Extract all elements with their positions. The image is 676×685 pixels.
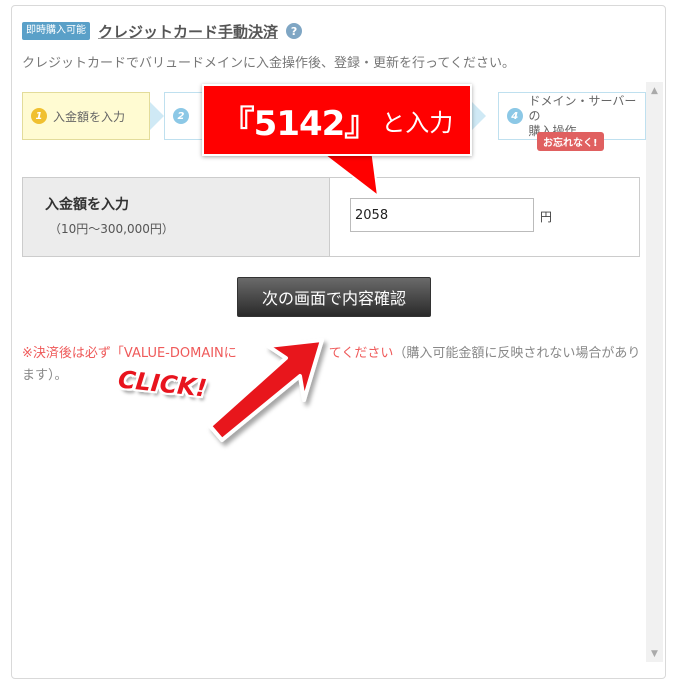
step-1-number: 1 <box>31 108 47 124</box>
amount-value-cell: 円 <box>330 178 639 256</box>
section-title-link[interactable]: クレジットカード手動決済 <box>98 21 278 42</box>
scroll-up-icon[interactable]: ▲ <box>646 82 663 99</box>
amount-label: 入金額を入力 <box>45 197 129 213</box>
note-warning: ※決済後は必ず「VALUE-DOMAINに <box>22 346 237 361</box>
step-arrow-icon <box>150 102 164 130</box>
amount-label-cell: 入金額を入力 （10円～300,000円） <box>23 178 330 256</box>
yen-unit: 円 <box>540 210 553 224</box>
note-warning-tail: てください <box>328 346 394 361</box>
step-4-label-line1: ドメイン・サーバーの <box>528 93 637 123</box>
step-4-number: 4 <box>507 108 523 124</box>
scroll-down-icon[interactable]: ▼ <box>646 645 663 662</box>
instant-purchase-badge: 即時購入可能 <box>22 22 90 40</box>
step-2: 2 <box>164 92 206 140</box>
confirm-button[interactable]: 次の画面で内容確認 <box>237 277 431 317</box>
step-1-label: 入金額を入力 <box>53 109 126 124</box>
step-arrow-icon <box>472 102 486 130</box>
amount-range: （10円～300,000円） <box>49 222 174 236</box>
description-text: クレジットカードでバリュードメインに入金操作後、登録・更新を行ってください。 <box>22 56 515 71</box>
section-header: 即時購入可能 クレジットカード手動決済 ? <box>22 19 303 43</box>
payment-note: ※決済後は必ず「VALUE-DOMAINに てください（購入可能金額に反映されない… <box>22 343 650 387</box>
amount-input[interactable] <box>350 198 534 232</box>
callout-highlight: 『5142』 <box>220 103 379 144</box>
instruction-callout: 『5142』 と入力 <box>202 84 472 156</box>
step-2-number: 2 <box>173 108 189 124</box>
callout-suffix: と入力 <box>381 108 454 137</box>
help-icon[interactable]: ? <box>286 23 303 39</box>
dont-forget-badge: お忘れなく! <box>537 132 604 151</box>
step-1: 1 入金額を入力 <box>22 92 150 140</box>
amount-form-table: 入金額を入力 （10円～300,000円） 円 <box>22 177 640 257</box>
